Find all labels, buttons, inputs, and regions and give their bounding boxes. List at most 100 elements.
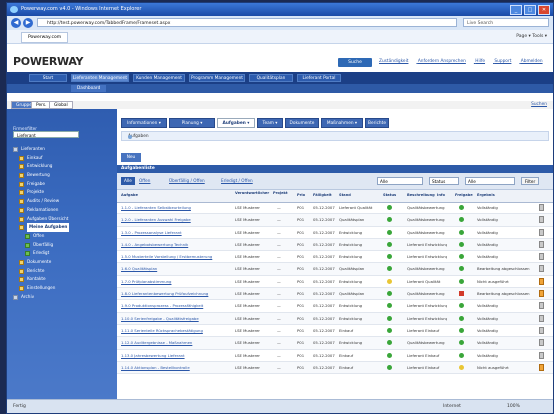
table-row[interactable]: 1.2.0 - Lieferanten Auswahl Freigabe LSE … [117, 214, 553, 227]
col-desc[interactable]: Beschreibung [407, 193, 435, 198]
table-row[interactable]: 1.11.0 Serienteile Rücksprachebestätigun… [117, 325, 553, 338]
search-input[interactable]: Live Search [463, 18, 549, 27]
header-link[interactable]: Support [494, 59, 511, 64]
content-tab[interactable]: Maßnahmen ▾ [321, 118, 363, 128]
task-link[interactable]: 1.1.0 - Lieferanten Selbstbeurteilung [121, 202, 233, 213]
table-row[interactable]: 1.6.0 Qualitätsplan LSE Musterer — P01 05.12… [117, 263, 553, 276]
document-icon[interactable] [539, 253, 544, 261]
new-task-button[interactable]: Neu [121, 153, 141, 162]
col-task[interactable]: Aufgabe [121, 193, 138, 198]
maximize-button[interactable]: □ [524, 5, 536, 15]
browser-tools-menu[interactable]: Page ▾ Tools ▾ [516, 30, 547, 43]
col-owner[interactable]: Verantwortlicher [235, 191, 269, 196]
sidebar-item[interactable]: Bewertung [19, 171, 50, 180]
document-icon[interactable] [539, 216, 544, 224]
sidebar-item[interactable]: Kontakte [19, 275, 46, 284]
content-tab[interactable]: Berichte [365, 118, 389, 128]
filter-done[interactable]: Erledigt / Offen [221, 177, 253, 185]
task-link[interactable]: 1.5.0 Musterteile Vorstellung / Erstbemu… [121, 251, 233, 262]
document-icon[interactable] [539, 204, 544, 211]
filter-select-2[interactable]: Status [429, 177, 459, 185]
sidebar-item[interactable]: Einstellungen [19, 284, 55, 293]
content-tab[interactable]: Planung ▾ [169, 118, 215, 128]
company-filter-select[interactable]: Lieferant [13, 131, 79, 138]
task-link[interactable]: 1.10.0 Serienfreigabe - Qualitätsfreigab… [121, 313, 233, 324]
task-link[interactable]: 1.6.0 Qualitätsplan [121, 263, 233, 274]
header-search-button[interactable]: Suche [338, 58, 372, 67]
zoom-level[interactable]: 100% [507, 400, 520, 413]
table-row[interactable]: 1.4.0 - Angebotsbewertung Technik LSE Mus… [117, 238, 553, 252]
close-button[interactable]: ✕ [538, 5, 550, 15]
search-link[interactable]: Suchen [531, 101, 547, 109]
sidebar-item[interactable]: Projekte [19, 188, 44, 197]
task-link[interactable]: 1.7.0 Prüfplanabstimmung [121, 276, 233, 287]
sidebar-item[interactable]: Lieferanten [13, 145, 45, 154]
sidebar-item[interactable]: Entwicklung [19, 162, 52, 171]
task-link[interactable]: 1.8.0 Lieferantenbewertung Prüfaufzeichn… [121, 288, 233, 299]
document-icon[interactable] [539, 290, 544, 298]
table-row[interactable]: 1.7.0 Prüfplanabstimmung LSE Musterer — P01… [117, 276, 553, 289]
browser-tab[interactable]: Powerway.com [21, 32, 69, 43]
sidebar-item[interactable]: Aufgaben Übersicht [19, 215, 68, 224]
table-row[interactable]: 1.12.0 Auditergebnisse - Maßnahmen LSE Mu… [117, 337, 553, 350]
sidebar-item[interactable]: Dokumente [19, 258, 51, 267]
header-link[interactable]: Abmelden [521, 59, 543, 64]
filter-input[interactable]: Alle [465, 177, 515, 185]
header-link[interactable]: Zuständigkeit [379, 59, 408, 64]
col-result[interactable]: Ergebnis [477, 193, 495, 198]
filter-open[interactable]: Offen [139, 177, 150, 185]
document-icon[interactable] [539, 265, 544, 273]
task-link[interactable]: 1.14.0 Aktionsplan - Bestellkontrolle [121, 362, 233, 373]
sidebar-item[interactable]: Audits / Review [19, 197, 59, 206]
nav-customer-management[interactable]: Kunden Management [133, 74, 185, 82]
back-icon[interactable]: ◀ [11, 18, 21, 28]
task-link[interactable]: 1.12.0 Auditergebnisse - Maßnahmen [121, 337, 233, 348]
document-icon[interactable] [539, 339, 544, 347]
nav-start[interactable]: Start [29, 74, 67, 82]
table-row[interactable]: 1.14.0 Aktionsplan - Bestellkontrolle LSE… [117, 361, 553, 375]
sidebar-item[interactable]: Berichte [19, 267, 45, 276]
document-icon[interactable] [539, 302, 544, 310]
document-icon[interactable] [539, 326, 544, 334]
nav-quality-plan[interactable]: Qualitätsplan [249, 74, 293, 82]
col-approval[interactable]: Freigabe [455, 193, 473, 198]
sidebar-item[interactable]: Reklamationen [19, 206, 58, 215]
col-project[interactable]: Projekt [273, 191, 295, 196]
table-row[interactable]: 1.13.0 Jahresbewertung Lieferant LSE Must… [117, 350, 553, 362]
table-row[interactable]: 1.3.0 - Prozessanalyse Lieferant LSE Must… [117, 227, 553, 239]
content-tab[interactable]: Informationen ▾ [121, 118, 167, 128]
table-row[interactable]: 1.10.0 Serienfreigabe - Qualitätsfreigab… [117, 312, 553, 325]
table-row[interactable]: 1.1.0 - Lieferanten Selbstbeurteilung LSE… [117, 202, 553, 215]
table-row[interactable]: 1.8.0 Lieferantenbewertung Prüfaufzeichn… [117, 288, 553, 301]
document-icon[interactable] [539, 240, 544, 248]
document-icon[interactable] [539, 277, 544, 285]
document-icon[interactable] [539, 363, 544, 371]
forward-icon[interactable]: ▶ [23, 18, 33, 28]
task-link[interactable]: 1.3.0 - Prozessanalyse Lieferant [121, 227, 233, 238]
col-phase[interactable]: Stand [339, 193, 351, 198]
nav-program-management[interactable]: Programm Management [189, 74, 245, 82]
task-link[interactable]: 1.4.0 - Angebotsbewertung Technik [121, 239, 233, 250]
content-tab[interactable]: Aufgaben ▾ [217, 118, 255, 128]
header-link[interactable]: Hilfe [475, 59, 485, 64]
filter-overdue[interactable]: Überfällig / Offen [169, 177, 205, 185]
document-icon[interactable] [539, 228, 544, 236]
task-link[interactable]: 1.9.0 Produktionsprozess - Prozessfähigk… [121, 300, 233, 311]
col-info[interactable]: Info [437, 193, 445, 198]
filter-button[interactable]: Filter [521, 177, 539, 185]
document-icon[interactable] [539, 351, 544, 359]
minimize-button[interactable]: _ [510, 5, 522, 15]
document-icon[interactable] [539, 314, 544, 322]
sidebar-item[interactable]: Einkauf [19, 154, 43, 163]
content-tab[interactable]: Team ▾ [257, 118, 283, 128]
nav-supplier-portal[interactable]: Lieferant Portal [297, 74, 341, 82]
sidebar-item[interactable]: Archiv [13, 293, 34, 302]
tab-global[interactable]: Global [49, 101, 73, 109]
col-due[interactable]: Fälligkeit [313, 193, 332, 198]
task-link[interactable]: 1.13.0 Jahresbewertung Lieferant [121, 350, 233, 361]
sidebar-item[interactable]: Freigabe [19, 180, 45, 189]
subnav-dashboard[interactable]: Dashboard [71, 85, 107, 92]
content-tab[interactable]: Dokumente [285, 118, 319, 128]
col-prio[interactable]: Prio [297, 193, 305, 198]
header-link[interactable]: Anfordern Ansprechen [418, 59, 466, 64]
